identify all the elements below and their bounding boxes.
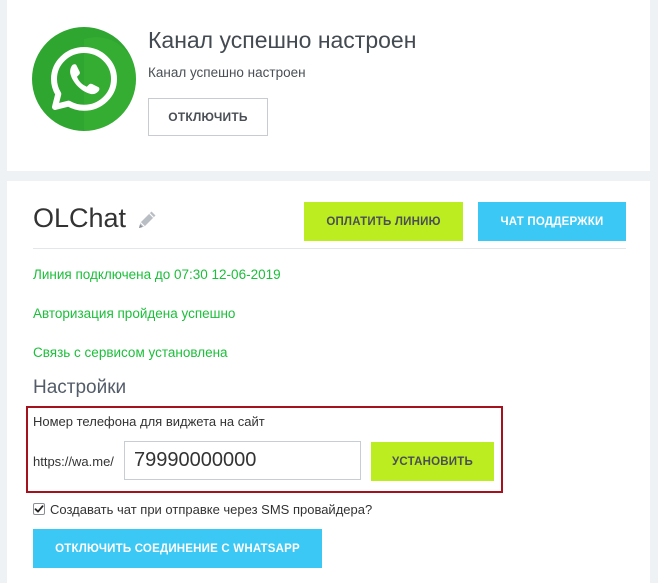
status-service-connected: Связь с сервисом установлена [33,345,228,360]
status-line-connected: Линия подключена до 07:30 12-06-2019 [33,267,281,282]
channel-status-subtitle: Канал успешно настроен [148,65,306,80]
sms-chat-checkbox[interactable] [33,503,45,515]
pay-line-button[interactable]: ОПЛАТИТЬ ЛИНИЮ [304,202,463,241]
phone-input[interactable] [124,441,361,480]
settings-heading: Настройки [33,377,127,398]
whatsapp-icon [32,27,136,131]
disconnect-whatsapp-button[interactable]: ОТКЛЮЧИТЬ СОЕДИНЕНИЕ С WHATSAPP [33,529,322,568]
divider [33,248,626,249]
status-auth-success: Авторизация пройдена успешно [33,306,236,321]
sms-chat-checkbox-label[interactable]: Создавать чат при отправке через SMS про… [50,502,372,517]
phone-field-label: Номер телефона для виджета на сайт [33,414,265,429]
checkmark-icon [34,505,44,513]
set-phone-button[interactable]: УСТАНОВИТЬ [371,442,494,481]
support-chat-button[interactable]: ЧАТ ПОДДЕРЖКИ [478,202,626,241]
disconnect-button[interactable]: ОТКЛЮЧИТЬ [148,98,268,136]
pencil-icon[interactable] [136,209,158,231]
line-settings-card: OLChat ОПЛАТИТЬ ЛИНИЮ ЧАТ ПОДДЕРЖКИ Лини… [7,181,650,583]
phone-url-prefix: https://wa.me/ [33,454,114,469]
channel-status-card: Канал успешно настроен Канал успешно нас… [7,0,650,171]
channel-status-title: Канал успешно настроен [148,27,417,53]
line-title: OLChat [33,203,127,233]
